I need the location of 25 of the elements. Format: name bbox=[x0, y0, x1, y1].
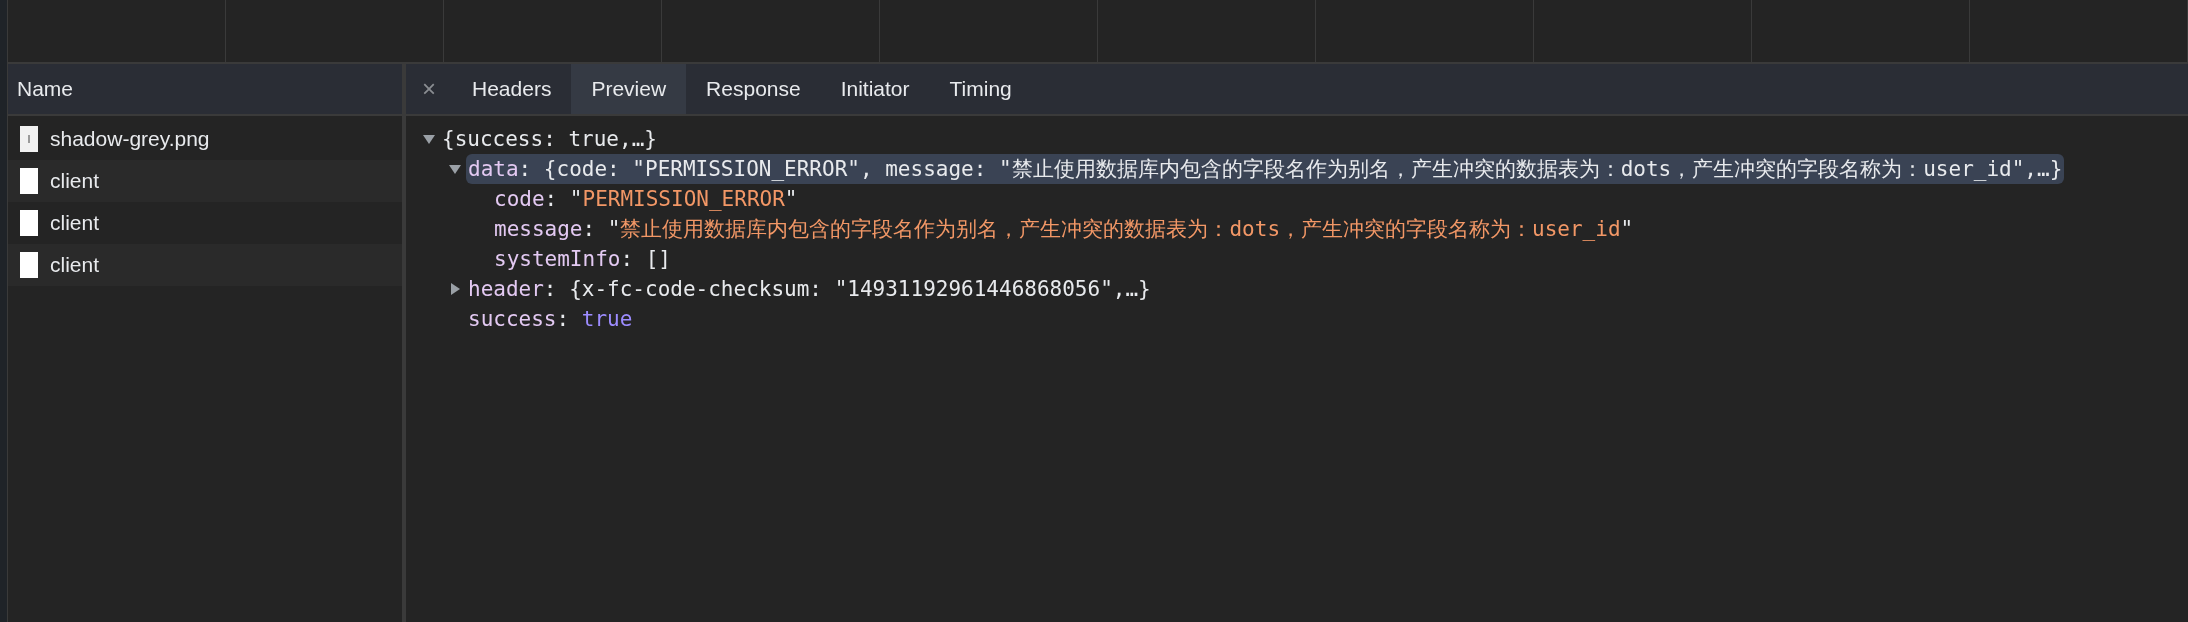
column-header[interactable]: Name bbox=[8, 64, 402, 116]
image-file-icon bbox=[20, 126, 38, 152]
collapsed-triangle-icon[interactable] bbox=[448, 282, 462, 296]
expanded-triangle-icon[interactable] bbox=[422, 132, 436, 146]
expanded-triangle-icon[interactable] bbox=[448, 162, 462, 176]
tree-row[interactable]: data: {code: "PERMISSION_ERROR", message: "禁止使用数据库内包含的字段名作为别名，产生冲突的数据表为：dots，产生冲突的字段名称为：user_id",…} bbox=[466, 154, 2065, 184]
tree-row[interactable]: success: true bbox=[466, 304, 635, 334]
file-icon bbox=[20, 210, 38, 236]
tab[interactable]: Timing bbox=[929, 64, 1032, 114]
request-name[interactable]: client bbox=[50, 249, 100, 281]
close-button[interactable]: × bbox=[406, 64, 452, 114]
tree-row[interactable]: header: {x-fc-code-checksum: "14931192961446868056",…} bbox=[466, 274, 1153, 304]
tree-row[interactable]: message: "禁止使用数据库内包含的字段名作为别名，产生冲突的数据表为：dots，产生冲突的字段名称为：user_id" bbox=[492, 214, 1636, 244]
tab[interactable]: Headers bbox=[452, 64, 572, 114]
tab[interactable]: Response bbox=[686, 64, 821, 114]
file-icon bbox=[20, 168, 38, 194]
file-icon bbox=[20, 252, 38, 278]
tree-row[interactable]: {success: true,…} bbox=[440, 124, 659, 154]
request-name[interactable]: shadow-grey.png bbox=[50, 123, 210, 155]
request-name[interactable]: client bbox=[50, 165, 100, 197]
request-name[interactable]: client bbox=[50, 207, 100, 239]
tree-row[interactable]: code: "PERMISSION_ERROR" bbox=[492, 184, 800, 214]
tab[interactable]: Preview bbox=[571, 64, 687, 114]
tree-row[interactable]: systemInfo: [] bbox=[492, 244, 673, 274]
tab[interactable]: Initiator bbox=[820, 64, 930, 114]
